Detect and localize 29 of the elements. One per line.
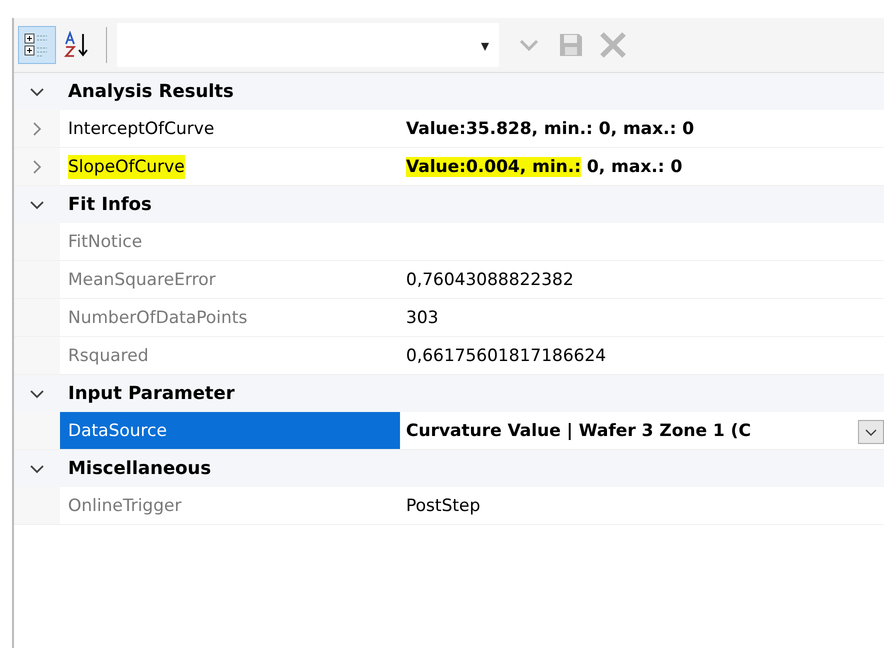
chevron-right-icon[interactable] [32,158,42,174]
property-name[interactable]: NumberOfDataPoints [68,306,248,330]
category-title: Miscellaneous [67,458,212,479]
property-value: 0,76043088822382 [406,268,574,292]
property-name[interactable]: SlopeOfCurve [68,154,185,178]
chevron-down-icon [864,427,878,437]
property-value: Value:35.828, min.: 0, max.: 0 [406,118,694,140]
property-name[interactable]: MeanSquareError [68,268,216,292]
property-name[interactable]: FitNotice [68,230,142,254]
category-title: Fit Infos [67,194,152,215]
category-title: Input Parameter [67,383,235,404]
chevron-down-icon[interactable] [29,388,45,400]
property-value: Curvature Value | Wafer 3 Zone 1 (C [406,420,751,442]
category-title: Analysis Results [67,81,234,102]
property-name[interactable]: DataSource [60,412,400,449]
property-value: PostStep [406,494,480,518]
object-combo-box[interactable]: ▾ [117,23,499,67]
property-value: Value:0.004, min.: 0, max.: 0 [406,156,682,178]
chevron-down-icon[interactable] [29,86,45,98]
property-value: 0,66175601817186624 [406,344,606,368]
dropdown-button[interactable] [858,420,884,444]
property-name[interactable]: InterceptOfCurve [68,116,214,140]
property-name[interactable]: OnlineTrigger [68,494,182,518]
chevron-down-icon[interactable] [29,198,45,210]
chevron-down-icon[interactable] [29,462,45,474]
chevron-right-icon[interactable] [32,120,42,136]
categorized-button[interactable] [18,26,56,64]
property-name[interactable]: Rsquared [68,344,149,368]
property-value: 303 [406,306,438,330]
